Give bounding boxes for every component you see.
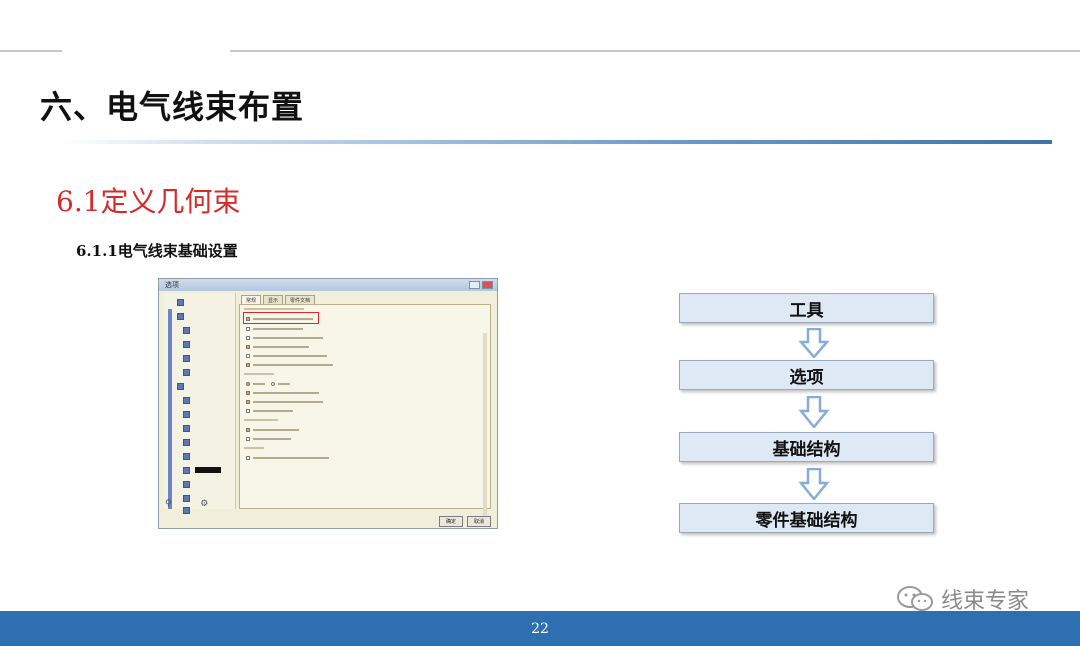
product-icon — [183, 396, 190, 404]
tree-item — [183, 339, 193, 349]
material-icon — [183, 410, 190, 418]
tree-selection-bar — [168, 309, 172, 509]
checkbox-icon — [246, 436, 250, 441]
checkbox-icon — [246, 335, 250, 340]
options-dialog-screenshot: 选项 常规 显示 零件文档 ⚲ ⚙ 确定 取消 — [158, 278, 498, 529]
close-icon — [482, 281, 493, 289]
dialog-bottom-icons: ⚲ ⚙ — [165, 499, 209, 509]
minimize-icon — [469, 281, 480, 289]
compatibility-icon — [183, 340, 190, 348]
flow-step-part-infrastructure: 零件基础结构 — [679, 503, 934, 533]
flow-step-tools: 工具 — [679, 293, 934, 323]
down-arrow-icon — [799, 328, 829, 358]
settings-icon — [177, 312, 184, 320]
options-panel — [239, 304, 491, 523]
tree-item — [183, 325, 193, 335]
group-header — [244, 308, 304, 310]
checkbox-icon — [246, 353, 250, 358]
option-row — [246, 352, 327, 359]
gear-icon — [183, 466, 190, 474]
tree-item — [183, 437, 193, 447]
option-row — [246, 334, 323, 341]
option-row — [246, 398, 323, 405]
simulation-icon — [183, 452, 190, 460]
down-arrow-icon — [799, 396, 829, 428]
option-row — [246, 389, 319, 396]
option-row — [246, 426, 299, 433]
top-divider-left — [0, 50, 62, 52]
group-header — [244, 373, 274, 375]
option-row — [246, 325, 303, 332]
radio-icon — [246, 381, 250, 386]
checkbox-icon — [246, 344, 250, 349]
tree-item — [183, 479, 193, 489]
option-row — [246, 435, 291, 442]
page-number: 22 — [531, 621, 549, 637]
slide-title: 六、电气线束布置 — [40, 88, 305, 126]
param-icon — [183, 354, 190, 362]
highlight-box — [243, 312, 319, 324]
option-row — [246, 454, 329, 461]
dialog-title: 选项 — [165, 281, 179, 289]
flow-step-infrastructure: 基础结构 — [679, 432, 934, 462]
infrastructure-icon — [177, 382, 184, 390]
tree-item — [183, 353, 193, 363]
group-header — [244, 447, 264, 449]
redacted-label — [195, 467, 221, 473]
section-heading: 6.1定义几何束 — [56, 185, 241, 218]
option-row — [246, 361, 333, 368]
tree-item — [177, 311, 187, 321]
option-row — [246, 343, 309, 350]
part-icon — [183, 438, 190, 446]
tree-item — [183, 423, 193, 433]
folder-icon — [177, 298, 184, 306]
tree-item — [177, 297, 187, 307]
group-header — [244, 419, 278, 421]
tree-item — [183, 395, 193, 405]
tree-item — [183, 409, 193, 419]
option-row — [246, 380, 290, 387]
title-underline — [60, 140, 1052, 144]
subsection-heading: 6.1.1电气线束基础设置 — [76, 242, 238, 260]
checkbox-icon — [246, 427, 250, 432]
checkbox-icon — [246, 362, 250, 367]
tree-item — [183, 451, 193, 461]
tree-item — [183, 367, 193, 377]
checkbox-icon — [246, 390, 250, 395]
down-arrow-icon — [799, 468, 829, 500]
flow-step-options: 选项 — [679, 360, 934, 390]
dialog-buttons: 确定 取消 — [438, 516, 491, 527]
dialog-titlebar: 选项 — [159, 279, 497, 291]
options-tree — [163, 293, 236, 514]
tree-item — [183, 465, 221, 475]
cancel-button: 取消 — [466, 516, 491, 527]
wechat-icon — [897, 586, 933, 611]
ok-button: 确定 — [438, 516, 463, 527]
checkbox-icon — [246, 399, 250, 404]
checkbox-icon — [246, 408, 250, 413]
top-divider-right — [230, 50, 1080, 52]
mesh-icon — [183, 480, 190, 488]
checkbox-icon — [246, 326, 250, 331]
tree-item — [177, 381, 187, 391]
radio-icon — [271, 381, 275, 386]
window-controls — [469, 281, 493, 289]
checkbox-icon — [246, 455, 250, 460]
device-icon — [183, 368, 190, 376]
panel-scrollbar — [483, 333, 487, 523]
part-infrastructure-icon — [183, 424, 190, 432]
option-row — [246, 407, 293, 414]
display-icon — [183, 326, 190, 334]
